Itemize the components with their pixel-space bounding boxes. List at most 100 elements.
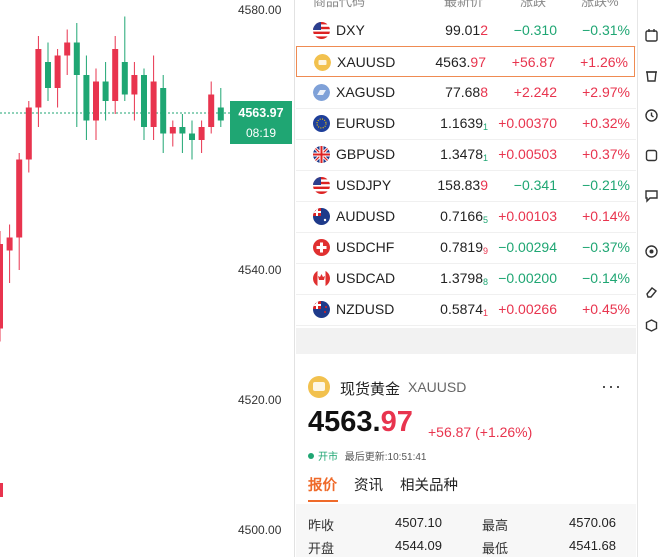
axis-label: 4500.00 <box>238 523 282 537</box>
instrument-symbol: XAUUSD <box>408 379 467 395</box>
candle-body <box>93 81 99 121</box>
candle-body <box>54 55 61 88</box>
gold-coin-icon <box>314 54 331 71</box>
row-change: +0.00103 <box>498 208 557 224</box>
row-change: +56.87 <box>511 54 555 70</box>
row-change-pct: +0.32% <box>582 115 630 131</box>
price-change: +56.87 (+1.26%) <box>428 424 533 440</box>
clock-icon[interactable] <box>644 108 658 123</box>
row-price-main: 158.83 <box>437 177 481 193</box>
calendar-icon[interactable] <box>644 28 658 43</box>
more-options-icon[interactable]: ··· <box>601 376 622 397</box>
row-price: 4563.97 <box>435 54 486 70</box>
row-price-main: 0.7166 <box>440 208 483 224</box>
current-price-tag: 4563.97 08:19 <box>230 101 292 144</box>
eraser-icon[interactable] <box>644 284 658 299</box>
trash-icon[interactable] <box>644 68 658 83</box>
candle-body <box>64 42 71 56</box>
row-change: +0.00503 <box>498 146 557 162</box>
axis-label: 4540.00 <box>238 263 282 277</box>
row-symbol: USDJPY <box>336 177 392 193</box>
low-label: 最低 <box>482 541 509 556</box>
row-price: 1.34781 <box>440 146 488 163</box>
header-change[interactable]: 涨跌 <box>520 0 546 10</box>
target-icon[interactable] <box>644 244 658 259</box>
candle-body <box>150 81 157 127</box>
panel-divider <box>294 0 295 557</box>
row-price-tail: 9 <box>480 177 488 193</box>
current-price-label: 4563.97 <box>238 106 284 120</box>
tab-quote[interactable]: 报价 <box>308 474 337 495</box>
ca-flag-icon <box>313 270 330 287</box>
axis-label: 4520.00 <box>238 393 282 407</box>
candle-body <box>102 81 109 101</box>
cube-icon[interactable] <box>644 318 658 333</box>
open-value: 4544.09 <box>395 538 442 553</box>
row-price: 99.012 <box>445 22 488 38</box>
candle-body <box>112 49 119 101</box>
watchlist-row[interactable]: GBPUSD 1.34781 +0.00503 +0.37% <box>296 139 636 170</box>
watchlist: 商品代码 最新价 涨跌 涨跌% DXY 99.012 −0.310 −0.31% XAU… <box>296 0 636 328</box>
axis-label: 4580.00 <box>238 3 282 17</box>
watchlist-row[interactable]: XAGUSD 77.688 +2.242 +2.97% <box>296 77 636 108</box>
row-change-pct: +1.26% <box>580 54 628 70</box>
row-price-tail: 1 <box>482 153 488 163</box>
row-change-pct: −0.21% <box>582 177 630 193</box>
candle-body <box>25 107 32 160</box>
row-divider <box>296 325 636 326</box>
row-price-tail: 8 <box>480 84 488 100</box>
row-price-main: 1.3478 <box>440 146 483 162</box>
candle-body <box>198 127 205 140</box>
message-icon[interactable] <box>644 188 658 203</box>
row-change-pct: +0.45% <box>582 301 630 317</box>
watchlist-row[interactable]: USDJPY 158.839 −0.341 −0.21% <box>296 170 636 201</box>
tab-news[interactable]: 资讯 <box>354 474 383 495</box>
candlestick-canvas[interactable] <box>0 0 230 557</box>
row-symbol: DXY <box>336 22 365 38</box>
row-symbol: NZDUSD <box>336 301 395 317</box>
watchlist-row[interactable]: EURUSD 1.16391 +0.00370 +0.32% <box>296 108 636 139</box>
watchlist-row[interactable]: DXY 99.012 −0.310 −0.31% <box>296 15 636 46</box>
candle-body <box>121 62 128 95</box>
row-price-tail: 5 <box>482 215 488 225</box>
row-symbol: XAUUSD <box>337 54 396 70</box>
last-updated: 最后更新:10:51:41 <box>344 452 427 463</box>
watchlist-row[interactable]: USDCHF 0.78199 −0.00294 −0.37% <box>296 232 636 263</box>
row-change: −0.310 <box>513 22 557 38</box>
candle-body <box>0 483 3 497</box>
row-symbol: GBPUSD <box>336 146 396 162</box>
candle-body <box>131 75 138 95</box>
watchlist-row[interactable]: USDCAD 1.37988 −0.00200 −0.14% <box>296 263 636 294</box>
uk-flag-icon <box>313 146 330 163</box>
row-price-tail: 1 <box>482 308 488 318</box>
instrument-detail: 现货黄金 XAUUSD ··· 4563.97 +56.87 (+1.26%) … <box>296 354 636 557</box>
candle-body <box>16 159 23 238</box>
open-label: 开盘 <box>308 541 335 556</box>
header-symbol[interactable]: 商品代码 <box>313 0 365 10</box>
row-price: 0.78199 <box>440 239 488 256</box>
header-pct[interactable]: 涨跌% <box>581 0 619 10</box>
high-value: 4570.06 <box>569 515 616 530</box>
market-status: 开市 最后更新:10:51:41 <box>308 448 427 463</box>
row-change: +0.00370 <box>498 115 557 131</box>
watchlist-row[interactable]: NZDUSD 0.58741 +0.00266 +0.45% <box>296 294 636 325</box>
tab-related[interactable]: 相关品种 <box>400 474 458 495</box>
gold-coin-icon <box>308 376 330 398</box>
row-change: −0.00294 <box>498 239 557 255</box>
candle-body <box>179 127 186 134</box>
candle-body <box>217 107 224 121</box>
price-integer: 4563. <box>308 406 381 438</box>
candlestick-chart[interactable] <box>0 0 230 557</box>
prev-close-value: 4507.10 <box>395 515 442 530</box>
row-price-tail: 97 <box>470 54 486 70</box>
square-icon[interactable] <box>644 148 658 163</box>
candle-body <box>83 75 90 121</box>
header-price[interactable]: 最新价 <box>444 0 483 10</box>
watchlist-row[interactable]: AUDUSD 0.71665 +0.00103 +0.14% <box>296 201 636 232</box>
candle-body <box>0 244 3 329</box>
watchlist-row[interactable]: XAUUSD 4563.97 +56.87 +1.26% <box>296 46 635 77</box>
candle-body <box>35 49 42 108</box>
us-flag-icon <box>313 177 330 194</box>
row-symbol: USDCAD <box>336 270 396 286</box>
watchlist-header: 商品代码 最新价 涨跌 涨跌% <box>296 0 636 9</box>
